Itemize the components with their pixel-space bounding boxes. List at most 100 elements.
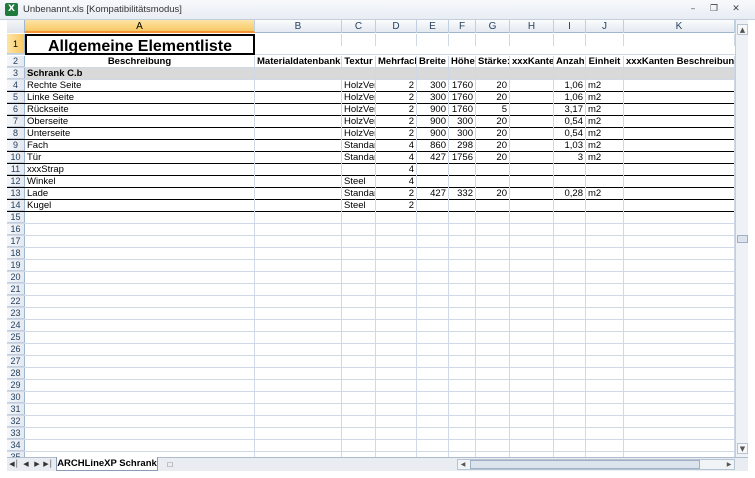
cell-d24[interactable] — [376, 320, 417, 332]
cell-g12[interactable] — [476, 176, 510, 188]
cell-d16[interactable] — [376, 224, 417, 236]
cell-i31[interactable] — [554, 404, 586, 416]
cell-j1[interactable] — [586, 34, 624, 46]
cell-c9[interactable]: Standar — [342, 140, 376, 152]
cell-j23[interactable] — [586, 308, 624, 320]
cell-g27[interactable] — [476, 356, 510, 368]
cell-i11[interactable] — [554, 164, 586, 176]
cell-c1[interactable] — [342, 34, 376, 46]
vertical-scrollbar[interactable]: ▲ ▼ — [735, 20, 748, 457]
cell-i5[interactable]: 1,06 — [554, 92, 586, 104]
cell-e17[interactable] — [417, 236, 449, 248]
horizontal-scrollbar[interactable]: ◀ ▶ — [457, 459, 735, 470]
cell-h3[interactable] — [510, 68, 554, 80]
cell-c3[interactable] — [342, 68, 376, 80]
cell-b21[interactable] — [255, 284, 342, 296]
cell-a5[interactable]: Linke Seite — [25, 92, 255, 104]
cell-i25[interactable] — [554, 332, 586, 344]
row-header[interactable]: 34 — [7, 440, 25, 451]
cell-f2[interactable]: Höhe — [449, 56, 476, 68]
cell-j26[interactable] — [586, 344, 624, 356]
row-header[interactable]: 20 — [7, 272, 25, 283]
cell-k24[interactable] — [624, 320, 735, 332]
scroll-up-icon[interactable]: ▲ — [737, 24, 748, 35]
cell-c8[interactable]: HolzVer — [342, 128, 376, 140]
cell-h7[interactable] — [510, 116, 554, 128]
cell-k2[interactable]: xxxKanten Beschreibung — [624, 56, 735, 68]
vertical-scroll-thumb[interactable] — [737, 235, 748, 243]
cell-k18[interactable] — [624, 248, 735, 260]
cell-j19[interactable] — [586, 260, 624, 272]
cell-k31[interactable] — [624, 404, 735, 416]
cell-c18[interactable] — [342, 248, 376, 260]
cell-a34[interactable] — [25, 440, 255, 452]
cell-d26[interactable] — [376, 344, 417, 356]
cell-k20[interactable] — [624, 272, 735, 284]
cell-e15[interactable] — [417, 212, 449, 224]
cell-k32[interactable] — [624, 416, 735, 428]
cell-b16[interactable] — [255, 224, 342, 236]
cell-g19[interactable] — [476, 260, 510, 272]
cell-k6[interactable] — [624, 104, 735, 116]
cell-j22[interactable] — [586, 296, 624, 308]
cell-i4[interactable]: 1,06 — [554, 80, 586, 92]
column-header-d[interactable]: D — [376, 20, 417, 33]
cell-e14[interactable] — [417, 200, 449, 212]
row-header[interactable]: 4 — [7, 80, 25, 91]
cell-e10[interactable]: 427 — [417, 152, 449, 164]
cell-e31[interactable] — [417, 404, 449, 416]
cell-c27[interactable] — [342, 356, 376, 368]
cell-a19[interactable] — [25, 260, 255, 272]
cell-c14[interactable]: Steel — [342, 200, 376, 212]
cell-j7[interactable]: m2 — [586, 116, 624, 128]
next-sheet-icon[interactable]: ▶ — [32, 459, 42, 470]
cell-k1[interactable] — [624, 34, 735, 46]
cell-i33[interactable] — [554, 428, 586, 440]
cell-k17[interactable] — [624, 236, 735, 248]
cell-c20[interactable] — [342, 272, 376, 284]
cell-c5[interactable]: HolzVer — [342, 92, 376, 104]
cell-b26[interactable] — [255, 344, 342, 356]
cell-d30[interactable] — [376, 392, 417, 404]
cell-d34[interactable] — [376, 440, 417, 452]
cell-i26[interactable] — [554, 344, 586, 356]
cell-i29[interactable] — [554, 380, 586, 392]
column-header-a[interactable]: A — [25, 20, 255, 33]
row-header[interactable]: 12 — [7, 176, 25, 187]
cell-b17[interactable] — [255, 236, 342, 248]
cell-b18[interactable] — [255, 248, 342, 260]
row-header[interactable]: 25 — [7, 332, 25, 343]
cell-i9[interactable]: 1,03 — [554, 140, 586, 152]
cell-a16[interactable] — [25, 224, 255, 236]
cell-k7[interactable] — [624, 116, 735, 128]
cell-j16[interactable] — [586, 224, 624, 236]
cell-h25[interactable] — [510, 332, 554, 344]
cell-h9[interactable] — [510, 140, 554, 152]
cell-k33[interactable] — [624, 428, 735, 440]
cell-j25[interactable] — [586, 332, 624, 344]
cell-i23[interactable] — [554, 308, 586, 320]
cell-j21[interactable] — [586, 284, 624, 296]
cell-c33[interactable] — [342, 428, 376, 440]
cell-h33[interactable] — [510, 428, 554, 440]
cell-e7[interactable]: 900 — [417, 116, 449, 128]
sheet-tab-archlinexp-schrank[interactable]: ARCHLineXP Schrank — [56, 457, 158, 471]
cell-f17[interactable] — [449, 236, 476, 248]
cell-j28[interactable] — [586, 368, 624, 380]
cell-a2[interactable]: Beschreibung — [25, 56, 255, 68]
cell-f1[interactable] — [449, 34, 476, 46]
cell-a24[interactable] — [25, 320, 255, 332]
cell-k26[interactable] — [624, 344, 735, 356]
cell-g5[interactable]: 20 — [476, 92, 510, 104]
cell-a17[interactable] — [25, 236, 255, 248]
scroll-down-icon[interactable]: ▼ — [737, 443, 748, 454]
cell-c7[interactable]: HolzVer — [342, 116, 376, 128]
cell-i1[interactable] — [554, 34, 586, 46]
row-header[interactable]: 10 — [7, 152, 25, 163]
cell-e8[interactable]: 900 — [417, 128, 449, 140]
cell-g3[interactable] — [476, 68, 510, 80]
cell-f12[interactable] — [449, 176, 476, 188]
cell-e21[interactable] — [417, 284, 449, 296]
first-sheet-icon[interactable]: ◀│ — [9, 459, 19, 470]
cell-b2[interactable]: Materialdatenbank — [255, 56, 342, 68]
